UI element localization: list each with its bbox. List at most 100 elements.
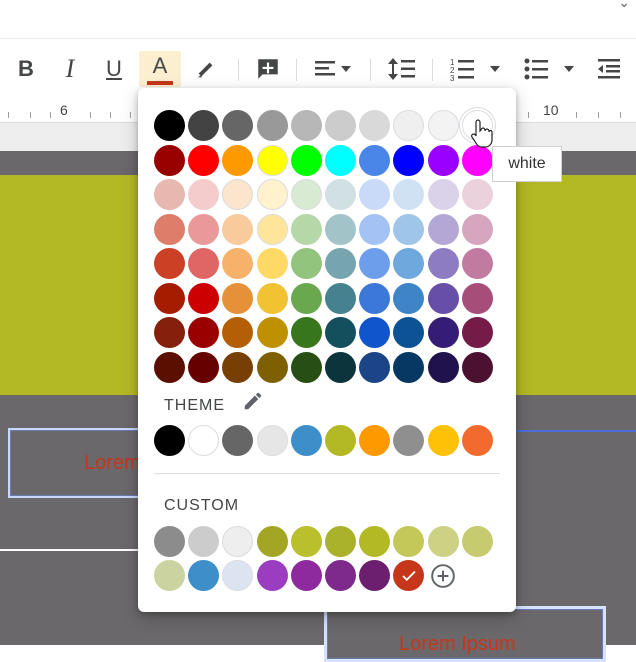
color-swatch[interactable]	[154, 110, 185, 141]
theme-color-swatch[interactable]	[188, 425, 220, 456]
insert-comment-button[interactable]	[251, 51, 285, 87]
bold-button[interactable]: B	[10, 51, 42, 87]
color-swatch[interactable]	[393, 110, 425, 141]
color-swatch[interactable]	[222, 317, 254, 348]
color-swatch[interactable]	[290, 144, 322, 176]
custom-color-swatch[interactable]	[290, 560, 322, 591]
color-swatch[interactable]	[427, 110, 459, 141]
color-swatch[interactable]	[427, 351, 459, 383]
color-swatch[interactable]	[324, 282, 356, 314]
color-swatch[interactable]	[256, 144, 288, 176]
color-swatch[interactable]	[188, 110, 220, 141]
color-swatch[interactable]	[461, 213, 493, 245]
color-swatch[interactable]	[256, 179, 288, 210]
custom-color-swatch[interactable]	[188, 526, 220, 557]
color-swatch[interactable]	[427, 248, 459, 279]
color-swatch[interactable]	[154, 213, 185, 245]
theme-color-swatch[interactable]	[324, 425, 356, 456]
line-spacing-button[interactable]	[384, 51, 420, 87]
color-swatch[interactable]	[427, 144, 459, 176]
color-swatch[interactable]	[290, 282, 322, 314]
italic-button[interactable]: I	[54, 51, 86, 87]
custom-color-swatch[interactable]	[359, 526, 391, 557]
color-swatch[interactable]	[393, 282, 425, 314]
bulleted-list-button[interactable]	[522, 51, 580, 87]
decrease-indent-button[interactable]	[592, 51, 626, 87]
color-swatch[interactable]	[256, 317, 288, 348]
custom-color-swatch[interactable]	[154, 526, 185, 557]
color-swatch[interactable]	[256, 110, 288, 141]
edit-pencil-icon[interactable]	[242, 390, 264, 412]
custom-color-swatch[interactable]	[427, 526, 459, 557]
color-swatch[interactable]	[188, 317, 220, 348]
theme-color-swatch[interactable]	[359, 425, 391, 456]
color-swatch[interactable]	[154, 248, 185, 279]
custom-color-swatch[interactable]	[256, 560, 288, 591]
color-swatch[interactable]	[154, 282, 185, 314]
color-swatch[interactable]	[324, 248, 356, 279]
color-swatch[interactable]	[393, 248, 425, 279]
theme-color-swatch[interactable]	[461, 425, 493, 456]
color-swatch[interactable]	[359, 213, 391, 245]
color-swatch[interactable]	[222, 282, 254, 314]
color-swatch[interactable]	[256, 351, 288, 383]
text-color-button[interactable]: A	[139, 51, 181, 87]
add-custom-color-button[interactable]	[428, 560, 459, 591]
color-swatch[interactable]	[359, 351, 391, 383]
color-swatch[interactable]	[461, 144, 493, 176]
color-swatch[interactable]	[154, 317, 185, 348]
theme-color-swatch[interactable]	[393, 425, 425, 456]
color-swatch[interactable]	[188, 144, 220, 176]
color-swatch[interactable]	[222, 248, 254, 279]
align-menu-button[interactable]	[308, 51, 358, 87]
selected-custom-color-swatch[interactable]	[393, 560, 425, 591]
theme-color-swatch[interactable]	[154, 425, 185, 456]
highlight-button[interactable]	[190, 51, 222, 87]
color-swatch[interactable]	[359, 317, 391, 348]
custom-color-swatch[interactable]	[256, 526, 288, 557]
color-swatch[interactable]	[154, 144, 185, 176]
custom-color-swatch[interactable]	[154, 560, 185, 591]
custom-color-swatch[interactable]	[324, 526, 356, 557]
color-swatch[interactable]	[222, 144, 254, 176]
color-swatch[interactable]	[222, 351, 254, 383]
theme-color-swatch[interactable]	[256, 425, 288, 456]
color-swatch[interactable]	[256, 213, 288, 245]
color-swatch[interactable]	[393, 351, 425, 383]
custom-color-swatch[interactable]	[188, 560, 220, 591]
color-swatch[interactable]	[359, 110, 391, 141]
color-swatch[interactable]	[222, 179, 254, 210]
color-swatch[interactable]	[256, 282, 288, 314]
color-swatch[interactable]	[461, 282, 493, 314]
theme-color-swatch[interactable]	[222, 425, 254, 456]
color-swatch[interactable]	[393, 213, 425, 245]
color-swatch[interactable]	[222, 110, 254, 141]
color-swatch[interactable]	[461, 248, 493, 279]
color-swatch[interactable]	[359, 144, 391, 176]
color-swatch[interactable]	[188, 213, 220, 245]
numbered-list-button[interactable]: 123	[448, 51, 506, 87]
color-swatch[interactable]	[324, 213, 356, 245]
color-swatch[interactable]	[290, 110, 322, 141]
color-swatch[interactable]	[461, 179, 493, 210]
color-swatch[interactable]	[154, 351, 185, 383]
custom-color-swatch[interactable]	[461, 526, 493, 557]
color-swatch[interactable]	[427, 179, 459, 210]
color-swatch[interactable]	[393, 317, 425, 348]
color-swatch[interactable]	[324, 144, 356, 176]
underline-button[interactable]: U	[98, 51, 130, 87]
color-swatch[interactable]	[461, 317, 493, 348]
theme-color-swatch[interactable]	[427, 425, 459, 456]
color-swatch[interactable]	[188, 282, 220, 314]
color-swatch[interactable]	[359, 179, 391, 210]
custom-color-swatch[interactable]	[222, 560, 254, 591]
color-swatch[interactable]	[324, 179, 356, 210]
color-swatch[interactable]	[393, 179, 425, 210]
color-swatch[interactable]	[461, 351, 493, 383]
color-swatch[interactable]	[256, 248, 288, 279]
custom-color-swatch[interactable]	[393, 526, 425, 557]
custom-color-swatch[interactable]	[324, 560, 356, 591]
color-swatch[interactable]	[222, 213, 254, 245]
color-swatch[interactable]	[359, 248, 391, 279]
color-swatch[interactable]	[427, 317, 459, 348]
